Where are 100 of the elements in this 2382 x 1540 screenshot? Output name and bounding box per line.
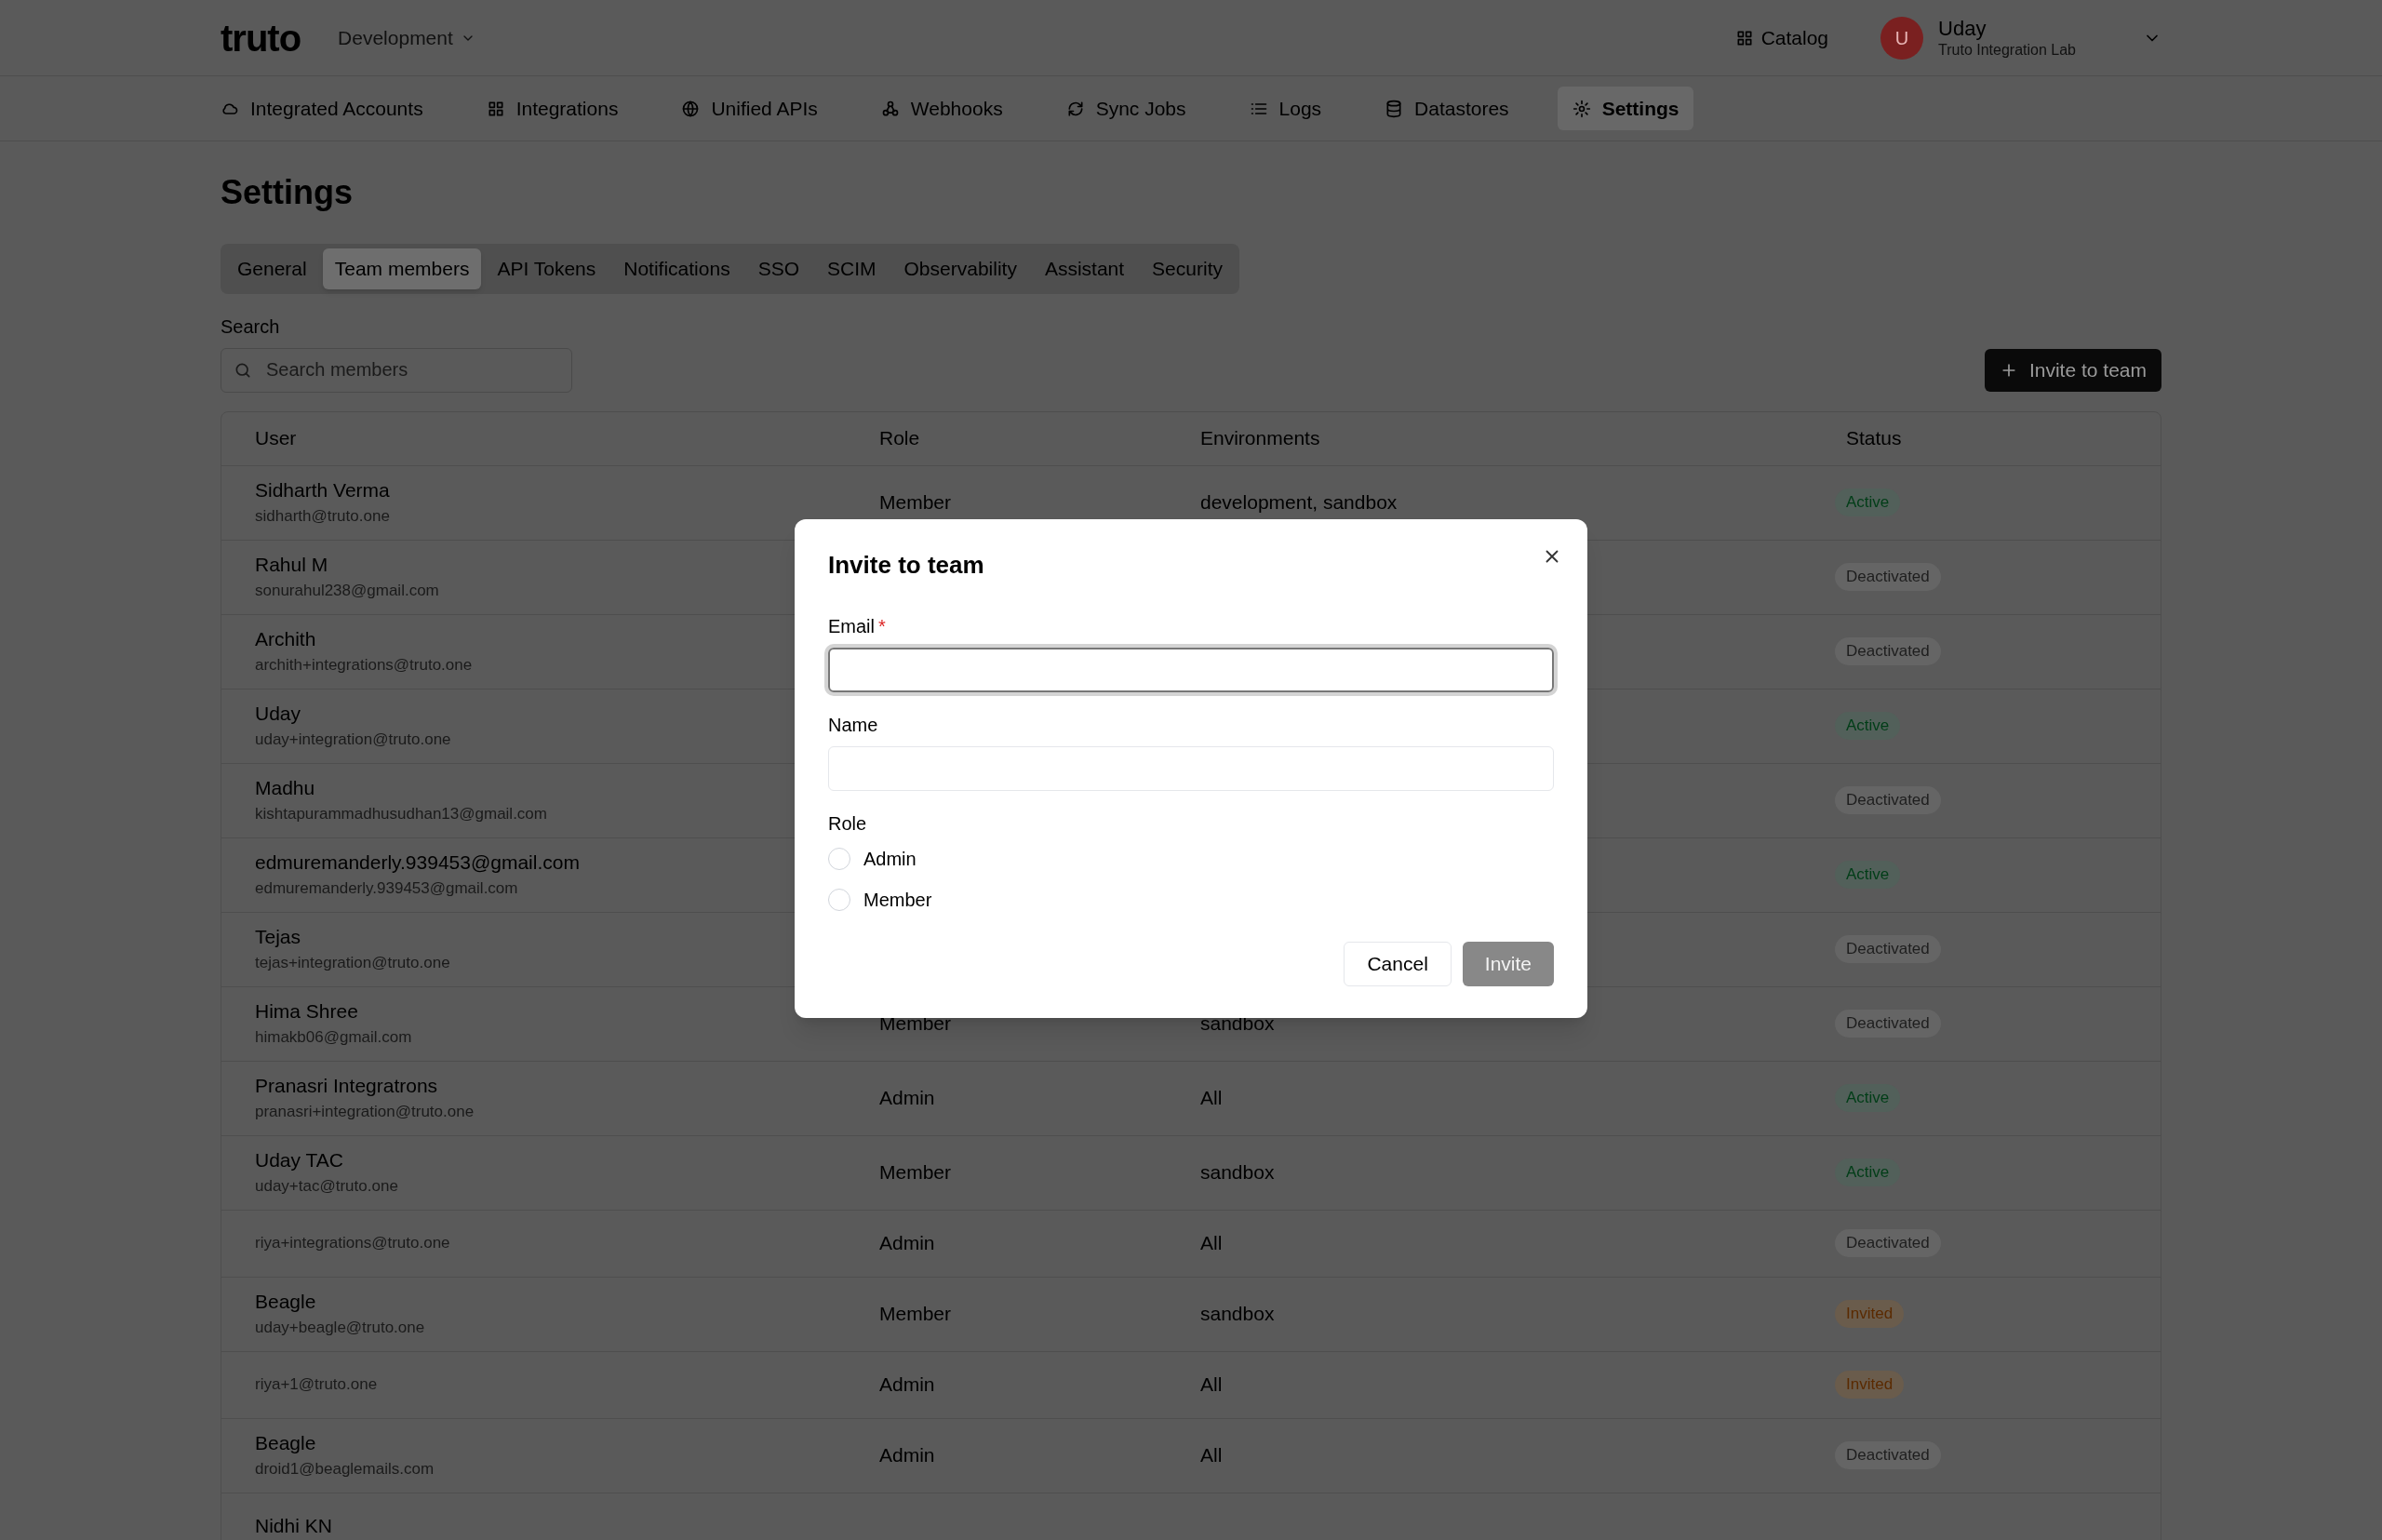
nav-tab[interactable]: Datastores: [1370, 86, 1524, 131]
status-badge: Deactivated: [1835, 1229, 1941, 1257]
status-badge: Deactivated: [1835, 786, 1941, 814]
user-menu[interactable]: U Uday Truto Integration Lab: [1880, 15, 2161, 60]
status-badge: Deactivated: [1835, 935, 1941, 963]
section-tab[interactable]: Assistant: [1032, 248, 1137, 289]
role-cell: Member: [879, 1012, 952, 1035]
environments-cell: development, sandbox: [1200, 491, 1398, 514]
role-cell: Admin: [879, 1373, 935, 1396]
user-name: Sidharth Verma: [255, 478, 390, 503]
user-email: sonurahul238@gmail.com: [255, 581, 439, 602]
user-email: uday+integration@truto.one: [255, 730, 451, 751]
user-name: Hima Shree: [255, 999, 358, 1024]
section-tab[interactable]: SCIM: [815, 248, 889, 289]
status-badge: Active: [1835, 712, 1901, 740]
role-cell: Member: [879, 491, 952, 514]
status-badge: Deactivated: [1835, 1010, 1941, 1038]
invite-button[interactable]: Invite to team: [1984, 348, 2161, 392]
name-field[interactable]: [828, 746, 1554, 791]
status-badge: Deactivated: [1835, 563, 1941, 591]
status-badge: Active: [1835, 1158, 1901, 1186]
user-name: Rahul M: [255, 553, 328, 578]
user-name: Uday TAC: [255, 1148, 343, 1173]
role-cell: Admin: [879, 1444, 935, 1466]
status-badge: Invited: [1835, 1371, 1905, 1399]
user-email: kishtapurammadhusudhan13@gmail.com: [255, 804, 547, 825]
environments-cell: sandbox: [1200, 1303, 1275, 1325]
avatar: U: [1880, 16, 1924, 60]
user-email: pranasri+integration@truto.one: [255, 1102, 475, 1123]
user-name: Uday: [1938, 15, 1987, 42]
column-header: Environments: [1200, 426, 1320, 451]
nav-tab[interactable]: Integrations: [471, 86, 634, 131]
logo[interactable]: truto: [221, 19, 301, 57]
role-label: Role: [828, 812, 867, 836]
user-name: Nidhi KN: [255, 1514, 332, 1538]
user-name: edmuremanderly.939453@gmail.com: [255, 850, 580, 876]
dialog-title: Invite to team: [828, 553, 984, 577]
organization-name: Truto Integration Lab: [1938, 41, 2076, 60]
user-email: tejas+integration@truto.one: [255, 953, 450, 974]
column-header: User: [255, 426, 297, 451]
role-cell: Member: [879, 1161, 952, 1184]
status-badge: Active: [1835, 861, 1901, 889]
nav-tab[interactable]: Unified APIs: [666, 86, 833, 131]
user-name: Madhu: [255, 776, 315, 801]
user-email: riya+integrations@truto.one: [255, 1233, 450, 1254]
status-badge: Active: [1835, 489, 1901, 516]
user-name: Pranasri Integratrons: [255, 1074, 438, 1099]
environment-dropdown[interactable]: Development: [338, 22, 475, 53]
user-email: riya+1@truto.one: [255, 1374, 378, 1396]
user-email: edmuremanderly.939453@gmail.com: [255, 878, 518, 900]
database-icon: [1385, 99, 1404, 118]
user-email: droid1@beaglemails.com: [255, 1459, 435, 1480]
nav-tab[interactable]: Logs: [1234, 86, 1337, 131]
user-name: Uday: [255, 702, 301, 727]
section-tab[interactable]: API Tokens: [485, 248, 609, 289]
catalog-link[interactable]: Catalog: [1734, 22, 1829, 53]
user-name: Tejas: [255, 925, 301, 950]
user-email: sidharth@truto.one: [255, 506, 390, 528]
environments-cell: All: [1200, 1444, 1223, 1466]
section-tab[interactable]: Observability: [891, 248, 1029, 289]
search-field[interactable]: Search members: [221, 347, 572, 393]
environments-cell: sandbox: [1200, 1012, 1275, 1035]
column-header: Role: [879, 426, 920, 451]
status-badge: Active: [1835, 1084, 1901, 1112]
section-tab[interactable]: SSO: [745, 248, 811, 289]
user-email: uday+beagle@truto.one: [255, 1318, 425, 1339]
nav-tab[interactable]: Integrated Accounts: [206, 86, 438, 131]
page-title: Settings: [221, 172, 354, 213]
nav-tab[interactable]: Sync Jobs: [1050, 86, 1201, 131]
email-label: Email: [828, 615, 875, 638]
environments-cell: All: [1200, 1232, 1223, 1254]
user-email: himakb06@gmail.com: [255, 1027, 412, 1049]
section-tab[interactable]: Team members: [322, 248, 482, 289]
section-tab[interactable]: Security: [1140, 248, 1235, 289]
user-name: Beagle: [255, 1290, 316, 1315]
search-label: Search: [221, 315, 281, 339]
environments-cell: sandbox: [1200, 1161, 1275, 1184]
role-option[interactable]: Member: [828, 886, 932, 914]
webhook-icon: [880, 99, 900, 118]
role-cell: Admin: [879, 1232, 935, 1254]
role-option[interactable]: Admin: [828, 845, 917, 873]
globe-icon: [681, 99, 701, 118]
nav-tab[interactable]: Webhooks: [865, 86, 1018, 131]
status-badge: Deactivated: [1835, 637, 1941, 665]
name-label: Name: [828, 714, 878, 737]
column-header: Status: [1846, 426, 1902, 451]
role-cell: Member: [879, 1303, 952, 1325]
required-mark: *: [878, 615, 886, 638]
environments-cell: All: [1200, 1373, 1223, 1396]
status-badge: Deactivated: [1835, 1441, 1941, 1469]
settings-icon: [1572, 99, 1591, 118]
cancel-button[interactable]: Cancel: [1344, 942, 1452, 986]
section-tab[interactable]: Notifications: [611, 248, 743, 289]
user-email: archith+integrations@truto.one: [255, 655, 473, 676]
section-tab[interactable]: General: [225, 248, 319, 289]
environments-cell: All: [1200, 1087, 1223, 1109]
nav-tab[interactable]: Settings: [1557, 86, 1694, 131]
status-badge: Invited: [1835, 1300, 1905, 1328]
user-email: uday+tac@truto.one: [255, 1176, 398, 1198]
role-cell: Admin: [879, 1087, 935, 1109]
